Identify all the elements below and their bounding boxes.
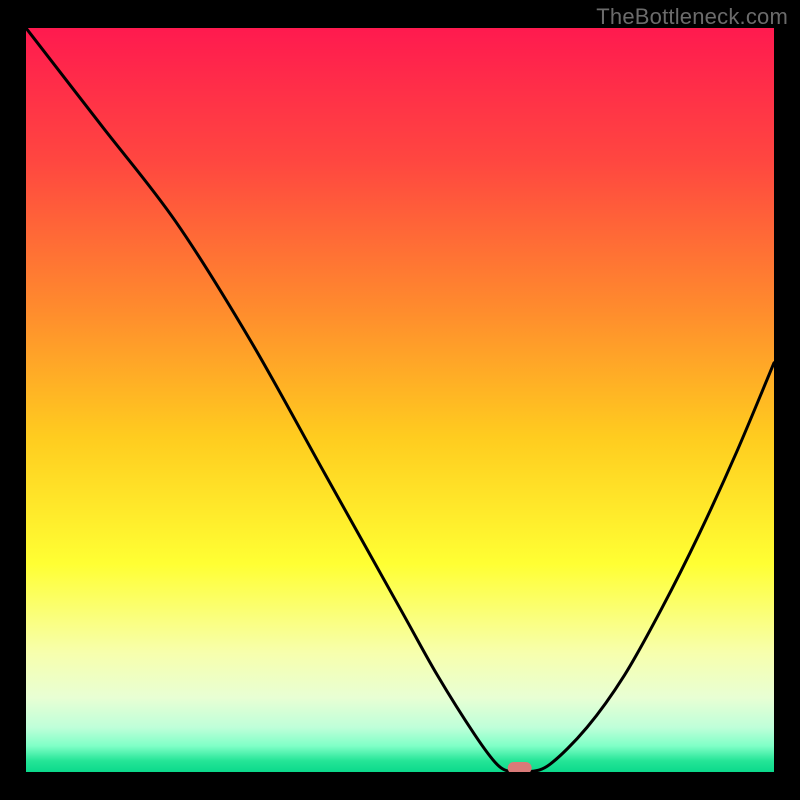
chart-frame: TheBottleneck.com [0, 0, 800, 800]
optimum-marker [508, 762, 532, 772]
chart-svg [26, 28, 774, 772]
plot-area [26, 28, 774, 772]
gradient-background [26, 28, 774, 772]
watermark-text: TheBottleneck.com [596, 4, 788, 30]
